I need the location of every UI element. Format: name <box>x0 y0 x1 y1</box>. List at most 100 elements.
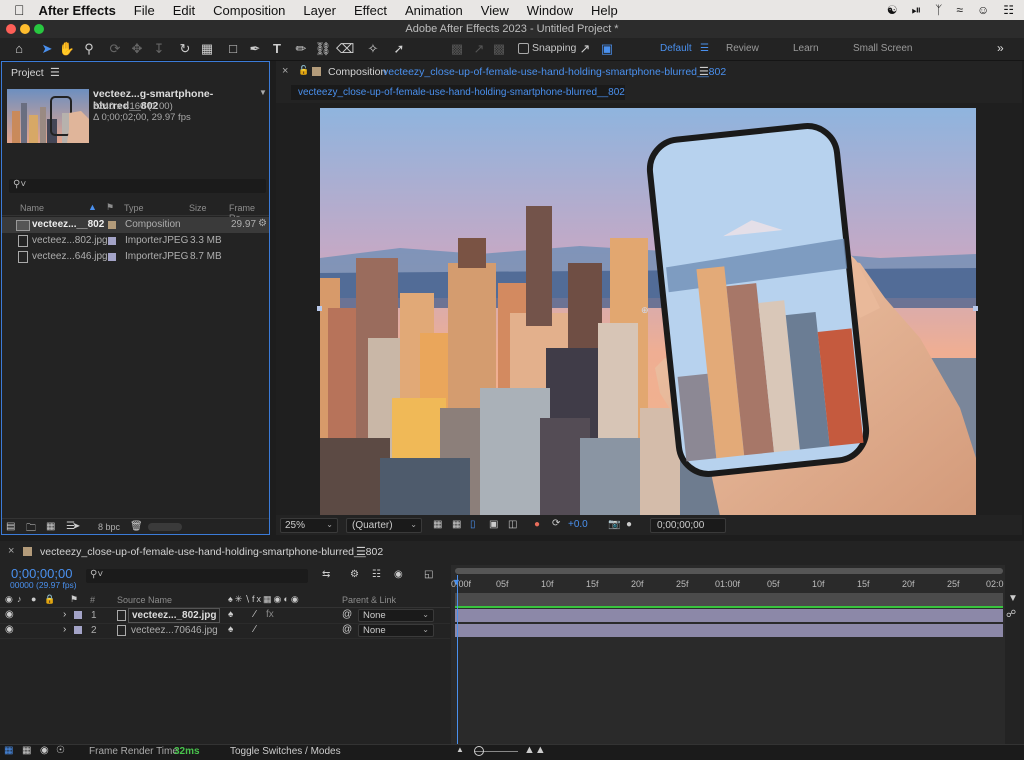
close-panel-icon[interactable]: × <box>8 545 14 557</box>
trash-icon[interactable]: 🗑 <box>130 521 143 532</box>
interpret-footage-icon[interactable]: ▤ <box>6 521 15 532</box>
label-color-swatch[interactable] <box>108 221 116 229</box>
menu-effect[interactable]: Effect <box>354 3 387 18</box>
grid-guides-icon[interactable]: ◫ <box>508 519 517 530</box>
layer-row[interactable]: ◉ › 1 vecteez..._802.jpg ♠ ∕ fx @ None ⌄ <box>0 608 450 624</box>
composition-tab-name[interactable]: vecteezy_close-up-of-female-use-hand-hol… <box>383 66 726 78</box>
lock-icon[interactable]: 🔒 <box>44 594 55 605</box>
hand-tool-icon[interactable]: ✋ <box>58 40 76 58</box>
transfer-controls-icon[interactable]: ▦ <box>22 745 31 756</box>
region-of-interest-icon[interactable]: ▣ <box>489 519 498 530</box>
rectangle-tool-icon[interactable]: □ <box>224 40 242 58</box>
snap-edge-icon[interactable]: ↗ <box>576 40 594 58</box>
bluetooth-icon[interactable]: ᛉ <box>935 3 942 17</box>
resolution-dropdown[interactable]: (Quarter) ⌄ <box>346 518 422 533</box>
wifi-icon[interactable]: ≈ <box>956 3 963 17</box>
parent-dropdown[interactable]: None ⌄ <box>358 624 434 637</box>
eraser-tool-icon[interactable]: ⌫ <box>336 40 354 58</box>
current-time-code[interactable]: 0;00;00;00 <box>11 566 72 581</box>
transform-handle-right[interactable] <box>973 306 978 311</box>
axis-view-icon[interactable]: ▩ <box>490 40 508 58</box>
orbit-camera-icon[interactable]: ⟳ <box>106 40 124 58</box>
shy-switch-icon[interactable]: ♠ <box>228 624 233 635</box>
render-queue-icon[interactable]: ➤ <box>72 521 80 532</box>
timeline-search-input[interactable]: ⚲˅ <box>86 569 308 583</box>
comp-button-icon[interactable]: ☍ <box>1006 609 1016 620</box>
snap-feature-icon[interactable]: ▣ <box>598 40 616 58</box>
shy-layers-icon[interactable]: ☷ <box>372 569 381 580</box>
mask-visibility-icon[interactable]: ▯ <box>470 519 476 530</box>
frame-blending-icon[interactable]: ◉ <box>394 569 403 580</box>
layer-name[interactable]: vecteez...70646.jpg <box>131 625 218 636</box>
label-tag-icon[interactable]: ⚑ <box>106 202 114 213</box>
user-icon[interactable]: ☺ <box>977 3 989 17</box>
selection-tool-icon[interactable]: ➤ <box>38 40 56 58</box>
work-area-bar[interactable] <box>455 593 1003 606</box>
close-window-button[interactable] <box>6 24 16 34</box>
zoom-in-icon[interactable]: ▲▲ <box>524 744 546 756</box>
quality-switch-icon[interactable]: ∕ <box>254 624 256 635</box>
app-menu[interactable]: After Effects <box>39 3 116 18</box>
menu-window[interactable]: Window <box>527 3 573 18</box>
label-color-swatch[interactable] <box>108 237 116 245</box>
menu-animation[interactable]: Animation <box>405 3 463 18</box>
fast-previews-icon[interactable]: ▦ <box>433 519 442 530</box>
column-size[interactable]: Size <box>189 203 207 213</box>
more-workspaces-icon[interactable]: » <box>997 41 1004 55</box>
column-name[interactable]: Name <box>20 203 44 213</box>
roto-brush-icon[interactable]: ✧ <box>364 40 382 58</box>
time-ruler[interactable]: 0:00f 05f 10f 15f 20f 25f 01:00f 05f 10f… <box>451 575 1005 593</box>
project-tab[interactable]: Project <box>11 67 44 79</box>
horizontal-scrollbar[interactable] <box>148 523 182 531</box>
layer-name-box[interactable]: vecteez..._802.jpg <box>128 608 220 623</box>
pick-whip-icon[interactable]: @ <box>342 609 352 620</box>
menu-layer[interactable]: Layer <box>303 3 336 18</box>
rotation-tool-icon[interactable]: ↻ <box>176 40 194 58</box>
flowchart-icon[interactable]: ⚙ <box>258 218 267 229</box>
sort-ascending-icon[interactable]: ▲ <box>88 202 97 212</box>
playhead-handle-icon[interactable]: ▼ <box>452 577 461 587</box>
brush-tool-icon[interactable]: ✏ <box>292 40 310 58</box>
visibility-eye-icon[interactable]: ◉ <box>5 624 14 635</box>
playhead-line[interactable] <box>457 575 458 744</box>
new-folder-icon[interactable]: 🗀 <box>26 521 36 538</box>
dolly-camera-icon[interactable]: ↧ <box>150 40 168 58</box>
type-tool-icon[interactable]: T <box>268 40 286 58</box>
creative-cloud-icon[interactable]: ☯ <box>887 3 898 17</box>
project-row[interactable]: vecteez...646.jpg ImporterJPEG 8.7 MB <box>2 249 269 265</box>
color-channels-icon[interactable]: ● <box>534 519 540 530</box>
quality-switch-icon[interactable]: ∕ <box>254 609 256 620</box>
toggle-switches-modes-button[interactable]: Toggle Switches / Modes <box>230 746 341 757</box>
current-time-display[interactable]: 0;00;00;00 <box>650 518 726 533</box>
layer-duration-bar[interactable] <box>455 609 1003 622</box>
magnification-dropdown[interactable]: 25% ⌄ <box>280 518 338 533</box>
pan-behind-tool-icon[interactable]: ▦ <box>198 40 216 58</box>
transparency-grid-icon[interactable]: ▦ <box>452 519 461 530</box>
column-layer-number[interactable]: # <box>90 595 95 605</box>
zoom-slider-thumb[interactable] <box>474 746 484 756</box>
new-composition-icon[interactable]: ▦ <box>46 521 55 532</box>
apple-icon[interactable]:  <box>14 2 25 18</box>
in-out-pane-icon[interactable]: ◉ <box>40 745 49 756</box>
play-circle-icon[interactable]: ⏯ <box>912 3 922 18</box>
visibility-eye-icon[interactable]: ◉ <box>5 609 14 620</box>
snapping-checkbox[interactable] <box>518 43 529 54</box>
layer-duration-bar[interactable] <box>455 624 1003 637</box>
home-icon[interactable]: ⌂ <box>10 40 28 58</box>
video-eye-icon[interactable]: ◉ <box>5 594 13 605</box>
workspace-default[interactable]: Default <box>660 43 692 54</box>
layer-switches-icons[interactable]: ♠✳∖fx▦◉◐◉ <box>228 594 301 605</box>
render-time-pane-icon[interactable]: ☉ <box>56 745 65 756</box>
workspace-learn[interactable]: Learn <box>793 43 819 54</box>
control-center-icon[interactable]: ☷ <box>1003 3 1014 17</box>
zoom-window-button[interactable] <box>34 24 44 34</box>
shy-switch-icon[interactable]: ♠ <box>228 609 233 620</box>
timeline-panel-menu-icon[interactable]: ☰ <box>356 545 366 558</box>
parent-dropdown[interactable]: None ⌄ <box>358 609 434 622</box>
layer-row[interactable]: ◉ › 2 vecteez...70646.jpg ♠ ∕ @ None ⌄ <box>0 623 450 639</box>
layer-label-swatch[interactable] <box>74 626 82 634</box>
zoom-tool-icon[interactable]: ⚲ <box>80 40 98 58</box>
menu-file[interactable]: File <box>134 3 155 18</box>
bit-depth-button[interactable]: 8 bpc <box>98 522 120 532</box>
audio-icon[interactable]: ♪ <box>17 594 22 604</box>
